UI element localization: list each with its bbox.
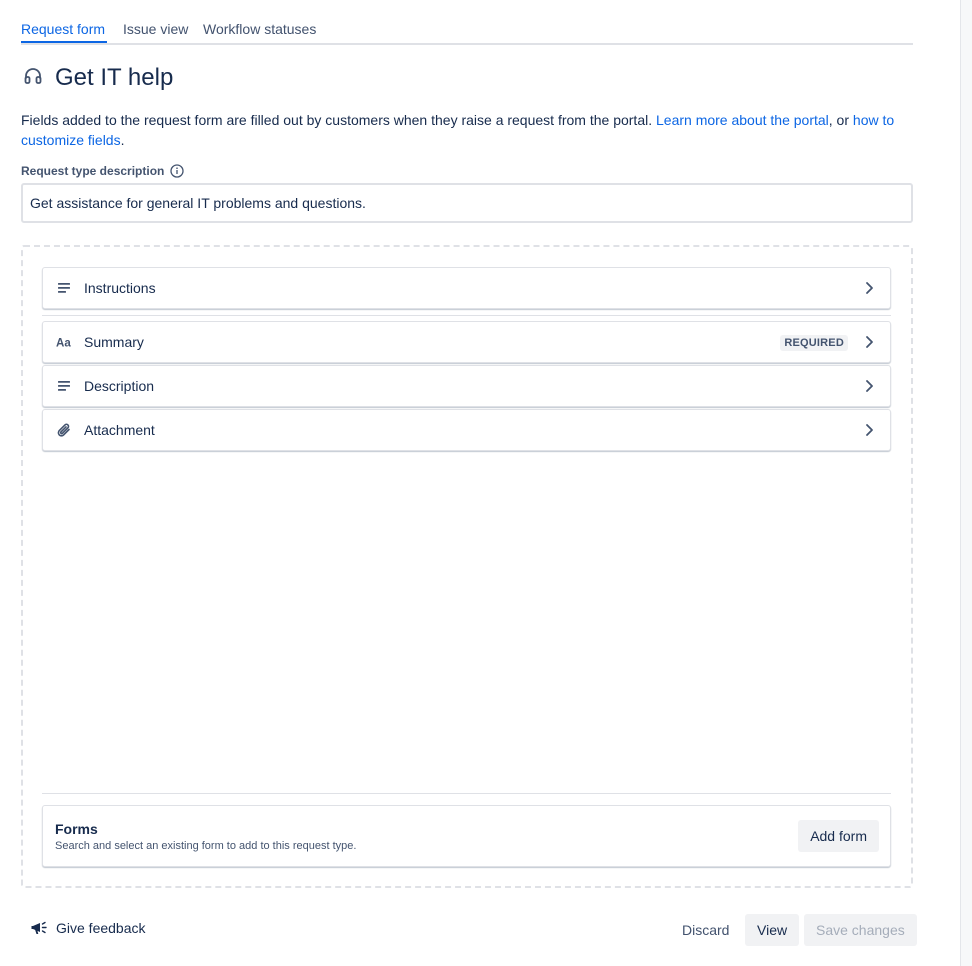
chevron-right-icon (866, 336, 873, 348)
forms-section: Forms Search and select an existing form… (42, 805, 891, 867)
active-tab-indicator (21, 41, 107, 43)
chevron-right-icon (866, 424, 873, 436)
headset-icon (24, 68, 42, 84)
save-changes-button[interactable]: Save changes (804, 914, 917, 946)
paperclip-icon (57, 423, 70, 437)
field-card-attachment[interactable]: Attachment (42, 409, 891, 451)
description-label-text: Request type description (21, 164, 165, 178)
text-aa-icon: Aa (56, 337, 71, 349)
give-feedback-button[interactable]: Give feedback (30, 918, 146, 938)
field-card-label: Description (84, 378, 155, 394)
view-button[interactable]: View (745, 914, 800, 946)
required-badge: REQUIRED (780, 335, 848, 351)
intro-end: . (120, 132, 125, 148)
description-field-label: Request type description (21, 164, 185, 178)
add-form-button[interactable]: Add form (798, 820, 879, 852)
field-card-summary[interactable]: Aa Summary REQUIRED (42, 321, 891, 363)
discard-button[interactable]: Discard (670, 914, 741, 946)
forms-subtitle: Search and select an existing form to ad… (55, 840, 357, 852)
intro-connector: , or (828, 112, 853, 128)
svg-text:Aa: Aa (56, 337, 71, 349)
info-icon[interactable] (170, 164, 185, 178)
forms-divider (42, 793, 891, 794)
field-card-description[interactable]: Description (42, 365, 891, 407)
text-lines-icon (58, 283, 70, 293)
field-card-label: Attachment (84, 422, 155, 438)
field-card-instructions[interactable]: Instructions (42, 267, 891, 309)
give-feedback-label: Give feedback (56, 920, 146, 936)
tab-request-form[interactable]: Request form (21, 21, 105, 37)
request-type-description-input[interactable] (21, 183, 913, 223)
section-divider (42, 315, 891, 316)
tab-workflow-statuses[interactable]: Workflow statuses (203, 21, 316, 37)
chevron-right-icon (866, 282, 873, 294)
field-card-label: Instructions (84, 280, 156, 296)
page-scrollbar[interactable] (960, 0, 972, 966)
text-lines-icon (58, 381, 70, 391)
intro-body: Fields added to the request form are fil… (21, 112, 656, 128)
megaphone-icon (31, 921, 47, 934)
portal-link[interactable]: Learn more about the portal (656, 112, 829, 128)
chevron-right-icon (866, 380, 873, 392)
intro-text: Fields added to the request form are fil… (21, 110, 913, 150)
tab-issue-view[interactable]: Issue view (123, 21, 188, 37)
field-card-label: Summary (84, 334, 144, 350)
page-title: Get IT help (55, 64, 174, 91)
forms-title: Forms (55, 821, 98, 837)
tab-bar: Request form Issue view Workflow statuse… (21, 18, 913, 45)
